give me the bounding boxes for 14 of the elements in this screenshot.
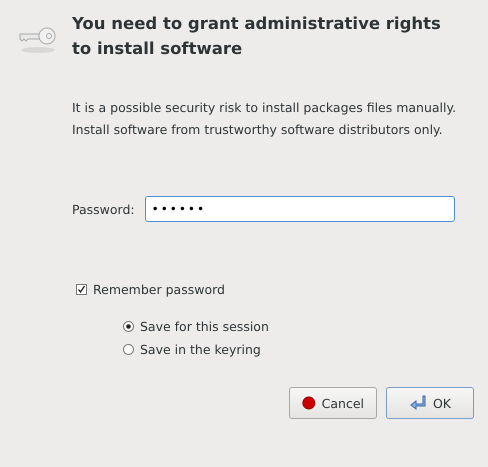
- message-text: It is a possible security risk to install packages files manually. Install software from trustworthy software distributors only.: [72, 99, 458, 139]
- remember-label: Remember password: [93, 282, 225, 297]
- stop-icon: [302, 394, 316, 412]
- cancel-button[interactable]: Cancel: [289, 387, 377, 419]
- radio-button[interactable]: [123, 321, 134, 332]
- radio-label: Save for this session: [140, 319, 269, 334]
- return-arrow-icon: [408, 394, 427, 412]
- remember-checkbox[interactable]: [76, 284, 87, 295]
- password-label: Password:: [72, 202, 135, 216]
- dialog-title: You need to grant administrative rights to install software: [72, 13, 442, 60]
- password-field[interactable]: ••••••: [144, 196, 455, 222]
- ok-button[interactable]: OK: [386, 387, 474, 419]
- radio-button[interactable]: [123, 344, 134, 355]
- radio-label: Save in the keyring: [140, 342, 261, 357]
